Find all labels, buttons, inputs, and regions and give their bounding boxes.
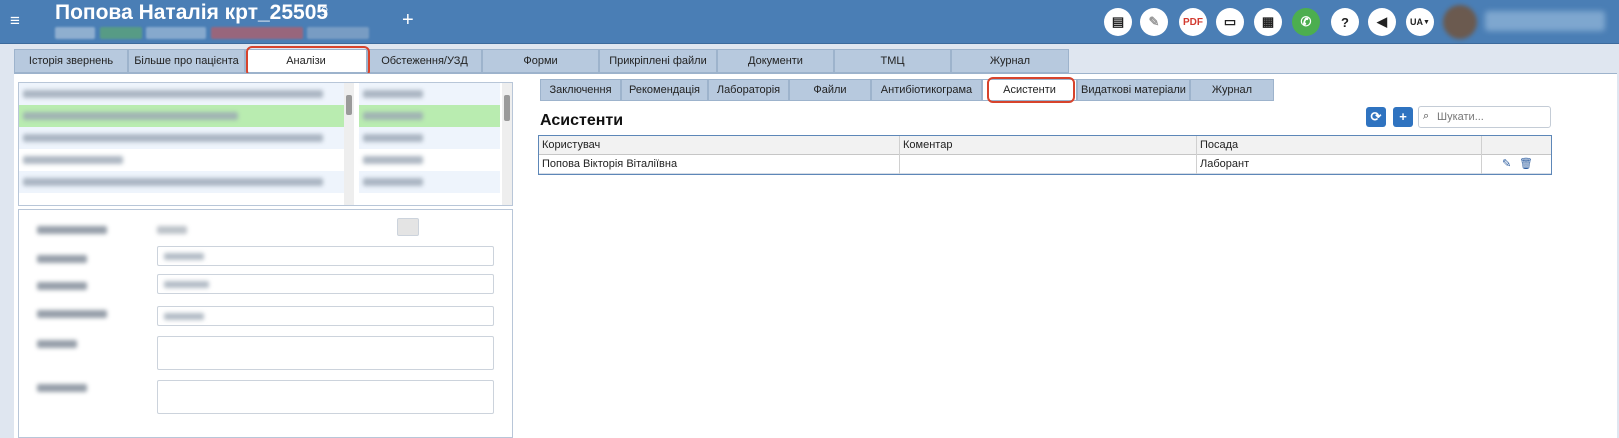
- calculator-icon[interactable]: ▦: [1254, 8, 1282, 36]
- form-select[interactable]: [157, 274, 494, 294]
- tab-examinations[interactable]: Обстеження/УЗД: [367, 49, 482, 73]
- female-icon: ♀: [317, 1, 332, 23]
- badge-info: [146, 27, 206, 39]
- subtab-recommendation[interactable]: Рекомендація: [621, 79, 708, 101]
- tab-forms[interactable]: Форми: [482, 49, 599, 73]
- tab-patient-info[interactable]: Більше про пацієнта: [128, 49, 245, 73]
- add-icon[interactable]: +: [402, 8, 414, 32]
- form-textarea[interactable]: [157, 336, 494, 370]
- tab-history[interactable]: Історія звернень: [14, 49, 128, 73]
- app-header: ≡ Попова Наталія крт_25505 ♀ + ▤ ✎ PDF ▭…: [0, 0, 1619, 44]
- highlight-assistants-tab: [987, 77, 1075, 103]
- megaphone-icon[interactable]: ◀: [1368, 8, 1396, 36]
- cell-comment: [900, 155, 1197, 174]
- badge-extra: [307, 27, 369, 39]
- badge-alert: [211, 27, 303, 39]
- form-label: [37, 255, 87, 263]
- column-header-position[interactable]: Посада: [1197, 136, 1482, 155]
- list-item[interactable]: [19, 149, 354, 171]
- badge-status: [100, 27, 142, 39]
- list-date: [359, 83, 500, 105]
- form-textarea[interactable]: [157, 380, 494, 414]
- menu-icon[interactable]: ≡: [10, 12, 20, 29]
- list-item[interactable]: [19, 127, 354, 149]
- assistants-table: Користувач Коментар Посада Попова Віктор…: [538, 135, 1552, 175]
- subtab-consumables[interactable]: Видаткові матеріали: [1077, 79, 1190, 101]
- refresh-icon: ⟳: [1370, 109, 1382, 124]
- refresh-button[interactable]: ⟳: [1366, 107, 1386, 127]
- subtab-antibiogram[interactable]: Антибіотикограма: [871, 79, 982, 101]
- subtab-laboratory[interactable]: Лабораторія: [708, 79, 789, 101]
- form-label: [37, 226, 107, 234]
- list-date: [359, 105, 500, 127]
- subtab-files[interactable]: Файли: [789, 79, 871, 101]
- search-input[interactable]: [1437, 109, 1547, 125]
- date-scrollbar[interactable]: [502, 83, 512, 205]
- form-value: [157, 226, 187, 234]
- edit-icon[interactable]: ✎: [1502, 157, 1511, 171]
- chevron-down-icon: ▼: [1423, 18, 1430, 26]
- cell-position: Лаборант: [1197, 155, 1482, 174]
- chat-icon[interactable]: ▤: [1104, 8, 1132, 36]
- form-label: [37, 282, 87, 290]
- search-icon: ⌕: [1423, 110, 1430, 122]
- column-header-comment[interactable]: Коментар: [900, 136, 1197, 155]
- form-label: [37, 340, 77, 348]
- subtab-journal[interactable]: Журнал: [1190, 79, 1274, 101]
- sign-icon[interactable]: ✎: [1140, 8, 1168, 36]
- help-icon[interactable]: ?: [1331, 8, 1359, 36]
- delete-icon[interactable]: 🗑: [1519, 157, 1533, 171]
- badge-date: [55, 27, 95, 39]
- avatar[interactable]: [1443, 5, 1477, 39]
- search-box[interactable]: ⌕: [1418, 106, 1551, 128]
- language-selector[interactable]: UA ▼: [1406, 8, 1434, 36]
- cell-user: Попова Вікторія Віталіївна: [539, 155, 900, 174]
- tab-journal[interactable]: Журнал: [951, 49, 1069, 73]
- form-label: [37, 310, 107, 318]
- list-item[interactable]: [19, 171, 354, 193]
- column-header-actions: [1482, 136, 1551, 155]
- tab-documents[interactable]: Документи: [717, 49, 834, 73]
- form-label: [37, 384, 87, 392]
- analysis-form: [18, 209, 513, 438]
- form-select[interactable]: [157, 306, 494, 326]
- pdf-icon[interactable]: PDF: [1179, 8, 1207, 36]
- card-icon[interactable]: ▭: [1216, 8, 1244, 36]
- phone-icon[interactable]: ✆: [1292, 8, 1320, 36]
- table-row[interactable]: Попова Вікторія Віталіївна Лаборант ✎ 🗑: [539, 155, 1551, 174]
- add-assistant-button[interactable]: +: [1393, 107, 1413, 127]
- list-date: [359, 127, 500, 149]
- form-select[interactable]: [157, 246, 494, 266]
- list-item[interactable]: [19, 83, 354, 105]
- tab-attached-files[interactable]: Прикріплені файли: [599, 49, 717, 73]
- analysis-list: [18, 82, 513, 206]
- subtab-conclusion[interactable]: Заключення: [540, 79, 621, 101]
- column-header-user[interactable]: Користувач: [539, 136, 900, 155]
- table-header: Користувач Коментар Посада: [539, 136, 1551, 155]
- barcode-button[interactable]: [397, 218, 419, 236]
- list-date: [359, 171, 500, 193]
- list-date: [359, 149, 500, 171]
- section-title: Асистенти: [540, 112, 624, 129]
- list-item[interactable]: [19, 105, 354, 127]
- tab-goods[interactable]: ТМЦ: [834, 49, 951, 73]
- list-scrollbar[interactable]: [344, 83, 354, 205]
- user-name[interactable]: [1485, 11, 1605, 31]
- cell-actions: ✎ 🗑: [1482, 155, 1551, 174]
- plus-icon: +: [1399, 109, 1407, 124]
- patient-name: Попова Наталія крт_25505: [55, 1, 329, 24]
